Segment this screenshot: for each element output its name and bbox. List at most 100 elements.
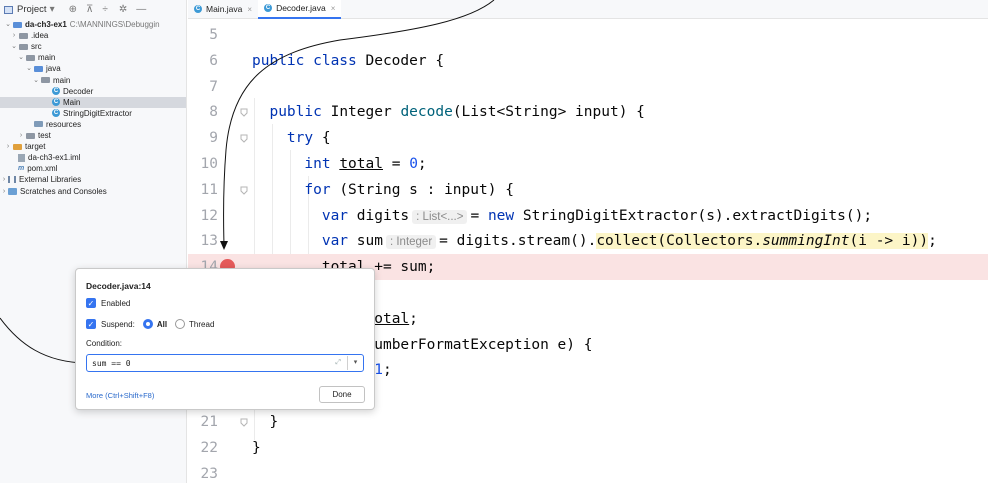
line-number[interactable]: 13 xyxy=(188,228,218,254)
expand-icon[interactable]: ⤢ xyxy=(335,359,341,367)
close-icon[interactable]: × xyxy=(331,4,336,13)
chevron-right-icon[interactable]: › xyxy=(4,141,12,152)
condition-input[interactable]: sum == 0 xyxy=(87,359,335,368)
chevron-right-icon[interactable]: › xyxy=(10,30,18,41)
tree-item-label: java xyxy=(46,64,61,74)
tree-item[interactable]: ⌄ main xyxy=(0,75,186,86)
excluded-folder-icon xyxy=(13,143,22,150)
suspend-checkbox[interactable]: ✓ xyxy=(86,319,96,329)
fold-icon[interactable] xyxy=(238,132,250,144)
code-line[interactable]: 21 } xyxy=(188,409,988,435)
chevron-right-icon[interactable]: › xyxy=(17,130,25,141)
project-tool-window: Project ▾ ⊕ ⊼ ÷ ✲ — ⌄ da-ch3-ex1 C:\MANNIN… xyxy=(0,0,187,483)
line-number[interactable]: 12 xyxy=(188,203,218,229)
tree-item[interactable]: ⌄ main xyxy=(0,52,186,63)
more-link[interactable]: More (Ctrl+Shift+F8) xyxy=(86,391,154,400)
line-number[interactable]: 23 xyxy=(188,461,218,483)
collapse-all-icon[interactable]: ÷ xyxy=(102,4,108,15)
code-line[interactable]: 9 try { xyxy=(188,125,988,151)
chevron-down-icon[interactable]: ⌄ xyxy=(10,41,18,52)
folder-icon xyxy=(26,132,35,139)
project-view-dropdown[interactable]: Project xyxy=(17,4,47,15)
hide-icon[interactable]: — xyxy=(136,4,146,15)
code-line[interactable]: 22} xyxy=(188,435,988,461)
tree-item-label: resources xyxy=(46,119,82,129)
gear-icon[interactable]: ✲ xyxy=(119,4,127,15)
code-text: } xyxy=(252,439,261,456)
tree-item-label: External Libraries xyxy=(19,175,82,185)
tree-item[interactable]: › External Libraries xyxy=(0,174,186,185)
expand-all-icon[interactable]: ⊼ xyxy=(86,4,93,15)
tree-item[interactable]: ⌄ da-ch3-ex1 C:\MANNINGS\Debuggin xyxy=(0,19,186,30)
enabled-row[interactable]: ✓ Enabled xyxy=(86,298,130,308)
code-line[interactable]: 7 xyxy=(188,74,988,100)
suspend-row: ✓ Suspend: All Thread xyxy=(86,319,214,329)
code-line[interactable]: 5 xyxy=(188,22,988,48)
line-number[interactable]: 8 xyxy=(188,99,218,125)
code-line[interactable]: 11 for (String s : input) { xyxy=(188,177,988,203)
code-line[interactable]: 23 xyxy=(188,461,988,483)
tree-item[interactable]: da-ch3-ex1.iml xyxy=(0,152,186,163)
popup-title: Decoder.java:14 xyxy=(86,281,151,291)
code-text: public Integer decode(List<String> input… xyxy=(269,104,645,121)
scratch-icon xyxy=(8,187,17,195)
line-number[interactable]: 11 xyxy=(188,177,218,203)
suspend-all-radio[interactable] xyxy=(142,319,153,329)
chevron-down-icon[interactable]: ⌄ xyxy=(4,19,12,30)
tree-item[interactable]: C Decoder xyxy=(0,86,186,97)
tree-item[interactable]: ⌄ src xyxy=(0,41,186,52)
line-number[interactable]: 6 xyxy=(188,48,218,74)
line-number[interactable]: 7 xyxy=(188,74,218,100)
close-icon[interactable]: × xyxy=(247,5,252,14)
code-line[interactable]: 10 int total = 0; xyxy=(188,151,988,177)
suspend-thread-radio[interactable] xyxy=(175,319,186,329)
line-number[interactable]: 5 xyxy=(188,22,218,48)
code-editor[interactable]: 5 6 public class Decoder {7 8 public Intege… xyxy=(188,20,988,483)
suspend-all-label[interactable]: All xyxy=(157,320,167,329)
code-line[interactable]: 6 public class Decoder { xyxy=(188,48,988,74)
class-icon: C xyxy=(52,87,60,96)
suspend-thread-label[interactable]: Thread xyxy=(189,320,214,329)
code-line[interactable]: 12 var digits: List<...> = new StringDigi… xyxy=(188,203,988,229)
chevron-right-icon[interactable]: › xyxy=(0,186,8,197)
line-number[interactable]: 9 xyxy=(188,125,218,151)
tree-item-label: main xyxy=(53,75,71,85)
tree-item[interactable]: › target xyxy=(0,141,186,152)
chevron-right-icon[interactable]: › xyxy=(0,174,8,185)
line-number[interactable]: 21 xyxy=(188,409,218,435)
tree-item[interactable]: m pom.xml xyxy=(0,163,186,174)
tree-item[interactable]: C StringDigitExtractor xyxy=(0,108,186,119)
tree-item[interactable]: › Scratches and Consoles xyxy=(0,186,186,197)
code-text: int total = 0; xyxy=(304,156,427,172)
fold-icon[interactable] xyxy=(238,416,250,428)
line-number[interactable]: 22 xyxy=(188,435,218,461)
code-line[interactable]: 13 var sum: Integer = digits.stream().col… xyxy=(188,228,988,254)
folder-icon xyxy=(19,43,28,50)
tree-item[interactable]: C Main xyxy=(0,96,186,108)
library-icon xyxy=(8,176,16,184)
maven-icon: m xyxy=(18,165,25,173)
inlay-type-hint: : List<...> xyxy=(412,209,468,224)
editor-tab[interactable]: C Decoder.java × xyxy=(258,0,342,19)
fold-icon[interactable] xyxy=(238,184,250,196)
chevron-down-icon[interactable]: ▾ xyxy=(347,356,363,370)
enabled-checkbox[interactable]: ✓ xyxy=(86,298,96,308)
tree-item-label: src xyxy=(31,42,42,52)
code-line[interactable]: 8 public Integer decode(List<String> inp… xyxy=(188,99,988,125)
chevron-down-icon[interactable]: ▾ xyxy=(50,4,55,15)
chevron-down-icon[interactable]: ⌄ xyxy=(17,52,25,63)
chevron-down-icon[interactable]: ⌄ xyxy=(32,75,40,86)
chevron-down-icon[interactable]: ⌄ xyxy=(25,63,33,74)
tree-item[interactable]: › .idea xyxy=(0,30,186,41)
tree-item[interactable]: resources xyxy=(0,119,186,130)
code-text: var digits: List<...> = new StringDigitEx… xyxy=(321,207,873,224)
fold-icon[interactable] xyxy=(238,106,250,118)
locate-icon[interactable]: ⊕ xyxy=(69,4,77,15)
tree-item[interactable]: › test xyxy=(0,130,186,141)
done-button[interactable]: Done xyxy=(319,386,365,403)
class-icon: C xyxy=(194,5,202,13)
line-number[interactable]: 10 xyxy=(188,151,218,177)
condition-field[interactable]: sum == 0 ⤢ ▾ xyxy=(86,354,364,372)
tree-item[interactable]: ⌄ java xyxy=(0,63,186,74)
editor-tab[interactable]: C Main.java × xyxy=(188,0,258,19)
